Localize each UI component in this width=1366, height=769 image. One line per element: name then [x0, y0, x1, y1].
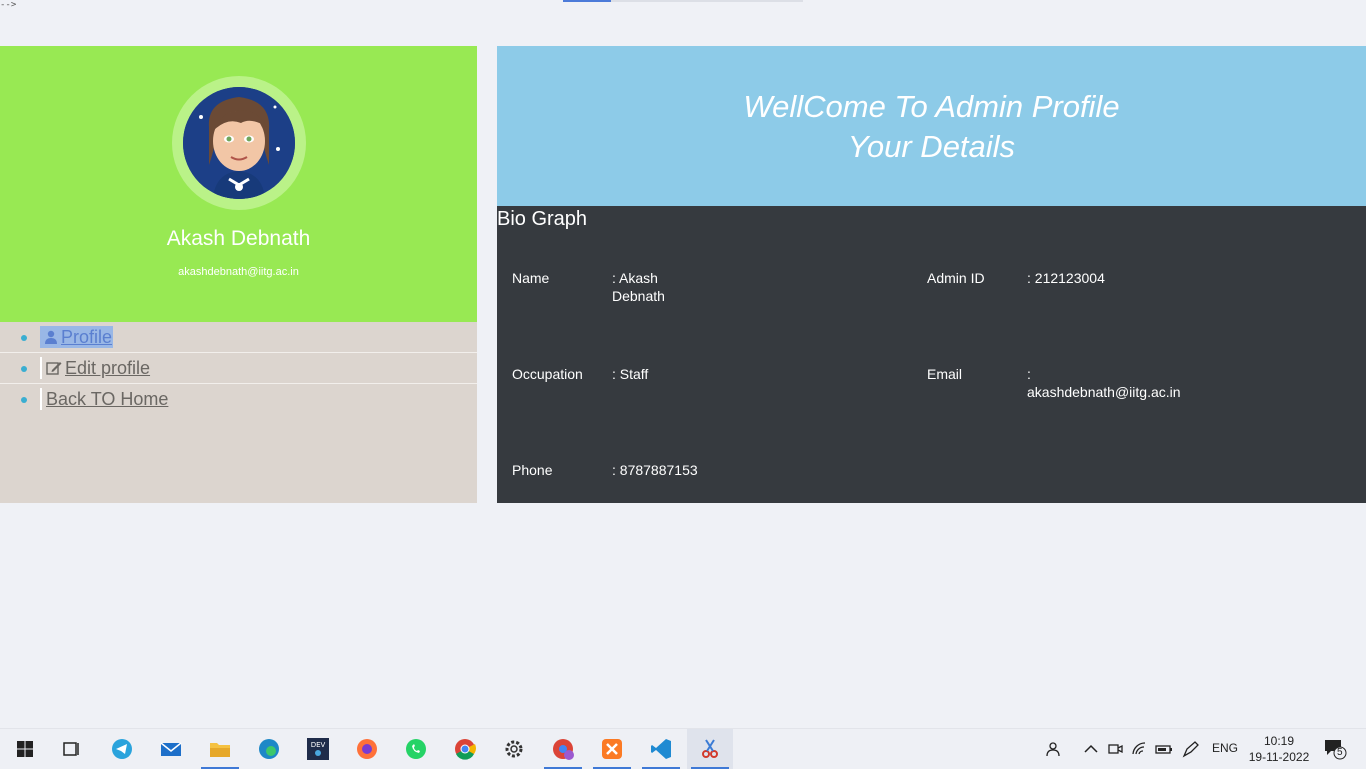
welcome-subtitle: Your Details — [847, 129, 1016, 164]
admin-id-label: Admin ID — [927, 270, 985, 286]
telegram-icon — [112, 739, 132, 759]
taskbar: DEV ENG 10:19 19-11-2022 5 — [0, 728, 1366, 769]
phone-field: Phone : 8787887153 — [512, 461, 812, 481]
occupation-label: Occupation — [512, 366, 583, 382]
telegram-button[interactable] — [99, 729, 145, 769]
chrome-profile-button[interactable] — [540, 729, 586, 769]
bullet-icon — [21, 366, 27, 372]
task-view-button[interactable] — [48, 729, 94, 769]
people-icon[interactable] — [1046, 739, 1064, 759]
bio-graph-panel: Bio Graph Name : Akash Debnath Admin ID … — [497, 206, 1366, 503]
xampp-icon — [602, 739, 622, 759]
windows-start-icon — [17, 741, 33, 757]
edit-icon — [46, 362, 62, 375]
occupation-value: : Staff — [612, 366, 649, 382]
chevron-up-icon[interactable] — [1083, 739, 1099, 759]
edge-button[interactable] — [246, 729, 292, 769]
edit-profile-link-label: Edit profile — [65, 358, 151, 378]
bullet-icon — [21, 397, 27, 403]
email-label: Email — [927, 366, 963, 382]
notification-count: 5 — [1337, 747, 1343, 758]
occupation-field: Occupation : Staff — [512, 365, 812, 385]
email-field: Email : akashdebnath@iitg.ac.in — [927, 365, 1227, 405]
vscode-button[interactable] — [638, 729, 684, 769]
menu-item-profile: Profile — [0, 322, 477, 353]
dev-icon: DEV — [307, 738, 329, 760]
side-menu: Profile Edit profile Back TO Home — [0, 322, 477, 503]
wifi-icon[interactable] — [1131, 739, 1149, 759]
start-button[interactable] — [2, 729, 48, 769]
settings-button[interactable] — [491, 729, 537, 769]
clock-time: 10:19 — [1263, 734, 1295, 748]
chrome-icon — [455, 739, 476, 760]
firefox-icon — [357, 739, 377, 759]
pen-icon[interactable] — [1181, 739, 1201, 759]
profile-email: akashdebnath@iitg.ac.in — [178, 266, 299, 278]
notifications-button[interactable]: 5 — [1324, 738, 1348, 760]
vscode-icon — [651, 739, 671, 759]
whatsapp-icon — [406, 739, 426, 759]
file-explorer-button[interactable] — [197, 729, 243, 769]
side-menu-list: Profile Edit profile Back TO Home — [0, 322, 477, 414]
avatar-ring — [172, 76, 306, 210]
chrome-button[interactable] — [442, 729, 488, 769]
welcome-title: WellCome To Admin Profile — [743, 89, 1120, 124]
edge-icon — [259, 739, 279, 759]
email-value: : akashdebnath@iitg.ac.in — [1027, 366, 1181, 400]
mail-icon — [160, 742, 182, 756]
chrome-profile-icon — [553, 739, 574, 760]
profile-card: Akash Debnath akashdebnath@iitg.ac.in — [0, 46, 477, 322]
meet-now-icon[interactable] — [1107, 739, 1123, 759]
firefox-button[interactable] — [344, 729, 390, 769]
admin-id-value: : 212123004 — [1027, 270, 1105, 286]
snipping-tool-icon — [702, 739, 718, 758]
welcome-header: WellCome To Admin Profile Your Details — [497, 46, 1366, 206]
back-home-link[interactable]: Back TO Home — [40, 388, 169, 410]
avatar-illustration — [183, 87, 295, 199]
whatsapp-button[interactable] — [393, 729, 439, 769]
bullet-icon — [21, 335, 27, 341]
name-value: : Akash Debnath — [612, 270, 665, 304]
menu-item-edit-profile: Edit profile — [0, 353, 477, 384]
xampp-button[interactable] — [589, 729, 635, 769]
clock[interactable]: 10:19 19-11-2022 — [1246, 733, 1312, 765]
language-indicator[interactable]: ENG — [1212, 741, 1238, 761]
profile-name: Akash Debnath — [166, 227, 311, 250]
menu-item-back-home: Back TO Home — [0, 384, 477, 414]
bio-graph-title: Bio Graph — [497, 208, 588, 230]
top-tab-active-indicator — [563, 0, 611, 2]
phone-label: Phone — [512, 462, 553, 478]
battery-icon[interactable] — [1154, 739, 1174, 759]
name-field: Name : Akash Debnath — [512, 269, 812, 309]
svg-text:DEV: DEV — [311, 741, 326, 749]
snipping-tool-button[interactable] — [687, 729, 733, 769]
avatar — [183, 87, 295, 199]
back-home-link-label: Back TO Home — [46, 389, 169, 409]
stray-comment-text: --> — [0, 0, 17, 10]
name-label: Name — [512, 270, 550, 286]
profile-link-label: Profile — [61, 327, 113, 347]
gear-icon — [505, 740, 523, 758]
notification-icon — [1325, 740, 1347, 760]
admin-id-field: Admin ID : 212123004 — [927, 269, 1227, 289]
user-icon — [45, 330, 57, 344]
edit-profile-link[interactable]: Edit profile — [40, 357, 151, 379]
task-view-icon — [63, 742, 79, 756]
clock-date: 19-11-2022 — [1248, 750, 1310, 764]
profile-link[interactable]: Profile — [40, 326, 114, 348]
file-explorer-icon — [210, 743, 230, 757]
mail-button[interactable] — [148, 729, 194, 769]
dev-button[interactable]: DEV — [295, 729, 341, 769]
phone-value: : 8787887153 — [612, 462, 698, 478]
